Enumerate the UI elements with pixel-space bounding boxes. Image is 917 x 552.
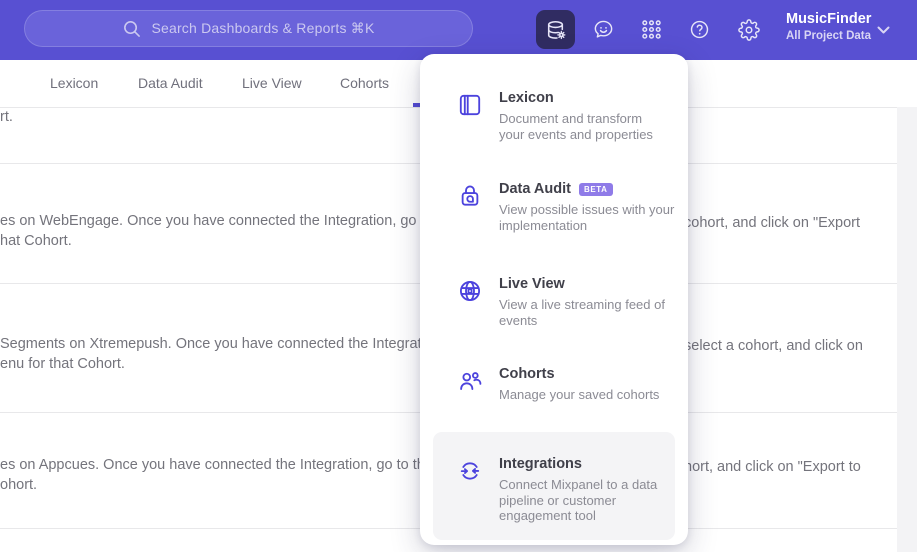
menu-item-description: Manage your saved cohorts — [499, 387, 660, 402]
menu-item-lexicon[interactable]: Lexicon Document and transform your even… — [420, 89, 688, 142]
menu-item-title: Live View — [499, 276, 565, 292]
beta-badge: BETA — [578, 182, 613, 196]
grid-dots-icon — [642, 20, 661, 39]
project-subtitle: All Project Data — [786, 30, 871, 42]
scrollbar-gutter[interactable] — [897, 107, 917, 552]
background-text-fragment: rt. — [0, 109, 13, 125]
tab-live-view[interactable]: Live View — [242, 75, 302, 91]
feedback-button[interactable] — [584, 10, 623, 49]
globe-icon — [459, 280, 481, 302]
data-management-button[interactable] — [536, 10, 575, 49]
app-root: rt. es on WebEngage. Once you have conne… — [0, 0, 917, 552]
menu-item-title: Cohorts — [499, 366, 555, 382]
sync-arrows-icon — [460, 462, 480, 480]
menu-item-cohorts[interactable]: Cohorts Manage your saved cohorts — [420, 365, 688, 403]
project-switcher[interactable]: MusicFinder All Project Data — [786, 10, 871, 43]
menu-item-title: Data Audit BETA — [499, 180, 688, 198]
apps-grid-button[interactable] — [632, 10, 671, 49]
navigation-dropdown-panel: Lexicon Document and transform your even… — [420, 54, 688, 545]
chevron-down-icon[interactable] — [877, 26, 890, 35]
background-text-fragment: hort, and click on "Export to — [684, 459, 861, 475]
background-text-fragment: enu for that Cohort. — [0, 356, 125, 372]
database-gear-icon — [547, 20, 566, 40]
chat-smiley-icon — [594, 20, 613, 38]
book-icon — [459, 94, 481, 116]
background-text-fragment: select a cohort, and click on — [684, 338, 863, 354]
audit-lock-icon — [461, 185, 479, 206]
background-text-fragment: hat Cohort. — [0, 233, 72, 249]
help-button[interactable] — [680, 10, 719, 49]
gear-icon — [737, 18, 760, 41]
menu-item-description: Document and transform your events and p… — [499, 111, 653, 142]
background-text-fragment: Segments on Xtremepush. Once you have co… — [0, 336, 445, 352]
menu-item-title: Lexicon — [499, 90, 554, 106]
project-name: MusicFinder — [786, 11, 872, 27]
menu-item-title: Integrations — [499, 456, 582, 472]
settings-button[interactable] — [729, 10, 768, 49]
background-text-fragment: ohort. — [0, 477, 38, 493]
menu-item-description: Connect Mixpanel to a data pipeline or c… — [499, 477, 658, 523]
tab-lexicon[interactable]: Lexicon — [50, 75, 98, 91]
menu-item-integrations[interactable]: Integrations Connect Mixpanel to a data … — [420, 455, 688, 524]
question-mark-icon — [690, 20, 709, 39]
background-text-fragment: es on WebEngage. Once you have connected… — [0, 213, 457, 229]
tab-data-audit[interactable]: Data Audit — [138, 75, 203, 91]
top-nav: Search Dashboards & Reports ⌘K MusicFind… — [0, 0, 917, 60]
search-icon — [124, 21, 141, 37]
background-text-fragment: es on Appcues. Once you have connected t… — [0, 457, 449, 473]
search-placeholder: Search Dashboards & Reports ⌘K — [151, 20, 375, 36]
people-icon — [460, 372, 482, 390]
menu-item-data-audit[interactable]: Data Audit BETA View possible issues wit… — [420, 180, 688, 233]
search-input[interactable]: Search Dashboards & Reports ⌘K — [24, 10, 473, 47]
menu-item-description: View possible issues with your implement… — [499, 202, 675, 233]
menu-item-description: View a live streaming feed of events — [499, 297, 665, 328]
background-text-fragment: cohort, and click on "Export — [684, 215, 861, 231]
menu-item-live-view[interactable]: Live View View a live streaming feed of … — [420, 275, 688, 328]
tab-cohorts[interactable]: Cohorts — [340, 75, 389, 91]
